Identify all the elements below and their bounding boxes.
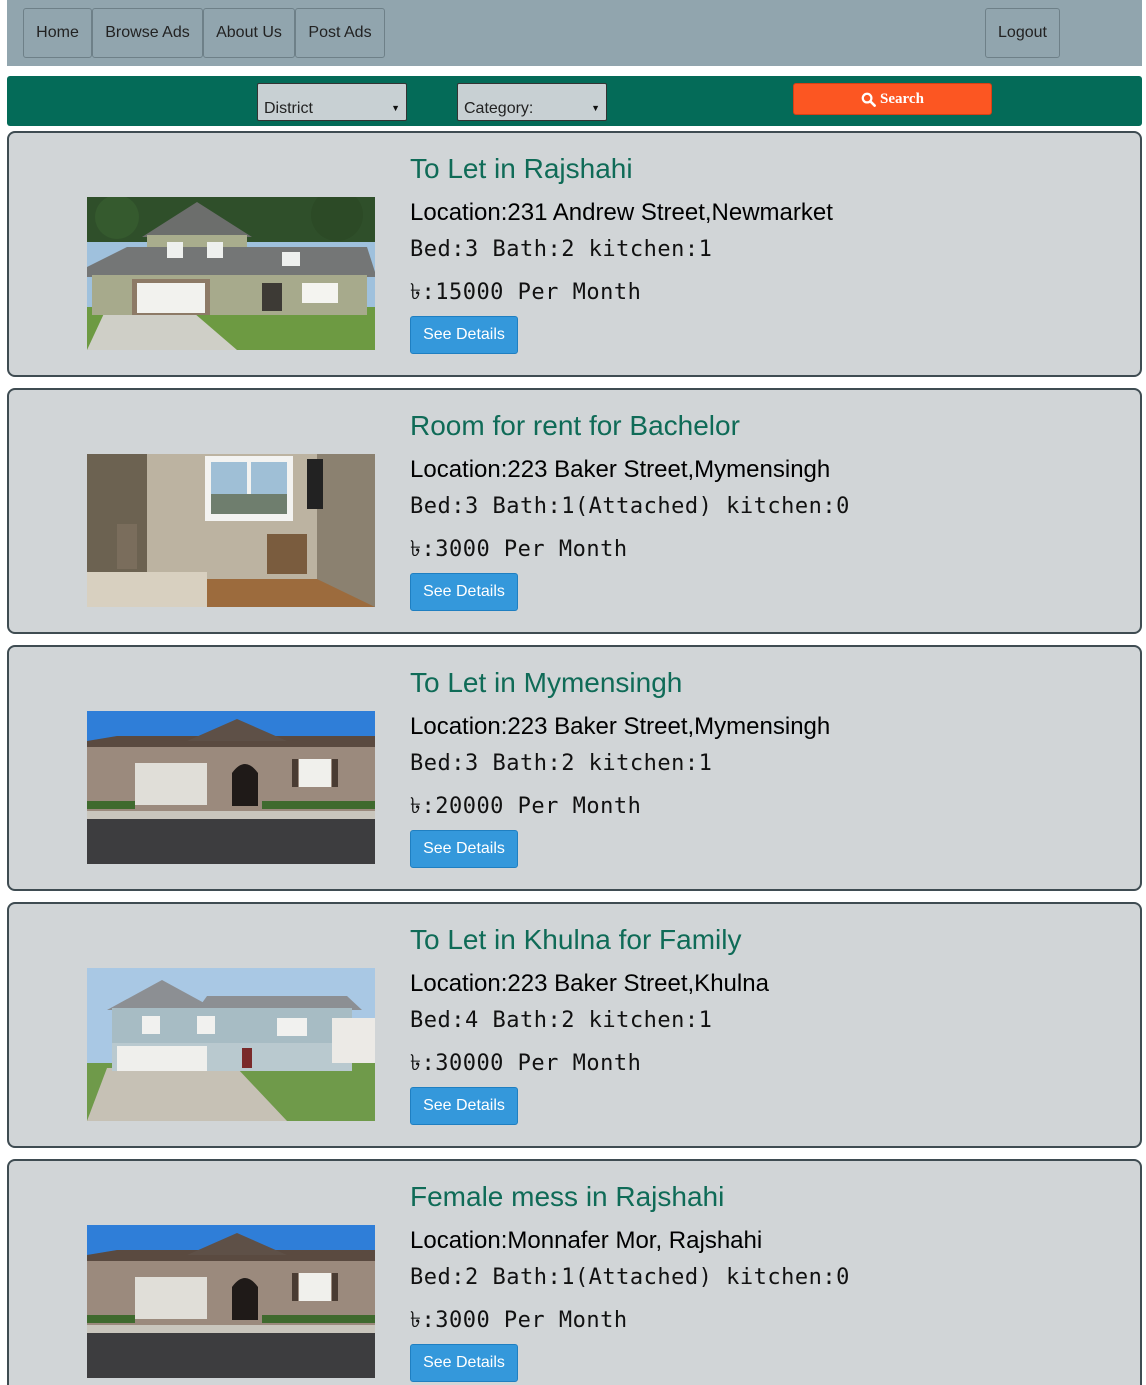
dropdown-arrow-icon: ▼ — [391, 103, 400, 113]
listing-price: ৳:3000 Per Month — [410, 1308, 628, 1333]
blue-house-with-driveway-photo — [87, 968, 375, 1121]
see-details-button[interactable]: See Details — [410, 316, 518, 354]
dropdown-arrow-icon: ▼ — [591, 103, 600, 113]
listing-card: To Let in Rajshahi Location:231 Andrew S… — [7, 131, 1142, 377]
district-select[interactable]: District ▼ — [257, 83, 407, 121]
listing-price: ৳:3000 Per Month — [410, 537, 628, 562]
listing-location: Location:223 Baker Street,Mymensingh — [410, 713, 831, 740]
search-button[interactable]: Search — [793, 83, 992, 115]
listing-rooms: Bed:4 Bath:2 kitchen:1 — [410, 1008, 713, 1033]
listing-price: ৳:30000 Per Month — [410, 1051, 642, 1076]
top-navbar: Home Browse Ads About Us Post Ads Logout — [7, 0, 1142, 66]
search-bar: District ▼ Category: ▼ Search — [7, 76, 1142, 126]
listing-title: Female mess in Rajshahi — [410, 1181, 725, 1212]
search-button-label: Search — [880, 90, 924, 107]
listing-price: ৳:20000 Per Month — [410, 794, 642, 819]
logout-button[interactable]: Logout — [985, 8, 1060, 58]
two-storey-house-with-garage-photo — [87, 197, 375, 350]
listing-title: Room for rent for Bachelor — [410, 410, 740, 441]
listing-card: Female mess in Rajshahi Location:Monnafe… — [7, 1159, 1142, 1385]
single-storey-house-photo — [87, 1225, 375, 1378]
listing-location: Location:Monnafer Mor, Rajshahi — [410, 1227, 763, 1254]
listing-card: To Let in Khulna for Family Location:223… — [7, 902, 1142, 1148]
search-icon — [861, 92, 876, 107]
listing-rooms: Bed:3 Bath:1(Attached) kitchen:0 — [410, 494, 850, 519]
listing-card: Room for rent for Bachelor Location:223 … — [7, 388, 1142, 634]
nav-browse-ads-button[interactable]: Browse Ads — [92, 8, 203, 58]
see-details-button[interactable]: See Details — [410, 1344, 518, 1382]
listing-card: To Let in Mymensingh Location:223 Baker … — [7, 645, 1142, 891]
nav-about-us-button[interactable]: About Us — [203, 8, 295, 58]
see-details-button[interactable]: See Details — [410, 573, 518, 611]
district-select-label: District — [264, 100, 313, 117]
listing-rooms: Bed:2 Bath:1(Attached) kitchen:0 — [410, 1265, 850, 1290]
category-select[interactable]: Category: ▼ — [457, 83, 607, 121]
listing-location: Location:231 Andrew Street,Newmarket — [410, 199, 833, 226]
category-select-label: Category: — [464, 100, 534, 117]
listing-title: To Let in Rajshahi — [410, 153, 633, 184]
nav-post-ads-button[interactable]: Post Ads — [295, 8, 385, 58]
see-details-button[interactable]: See Details — [410, 1087, 518, 1125]
listing-location: Location:223 Baker Street,Mymensingh — [410, 456, 831, 483]
listing-location: Location:223 Baker Street,Khulna — [410, 970, 769, 997]
listing-title: To Let in Mymensingh — [410, 667, 683, 698]
room-interior-photo — [87, 454, 375, 607]
see-details-button[interactable]: See Details — [410, 830, 518, 868]
single-storey-house-photo — [87, 711, 375, 864]
listing-price: ৳:15000 Per Month — [410, 280, 642, 305]
listing-title: To Let in Khulna for Family — [410, 924, 742, 955]
listing-rooms: Bed:3 Bath:2 kitchen:1 — [410, 237, 713, 262]
listing-rooms: Bed:3 Bath:2 kitchen:1 — [410, 751, 713, 776]
nav-home-button[interactable]: Home — [23, 8, 92, 58]
